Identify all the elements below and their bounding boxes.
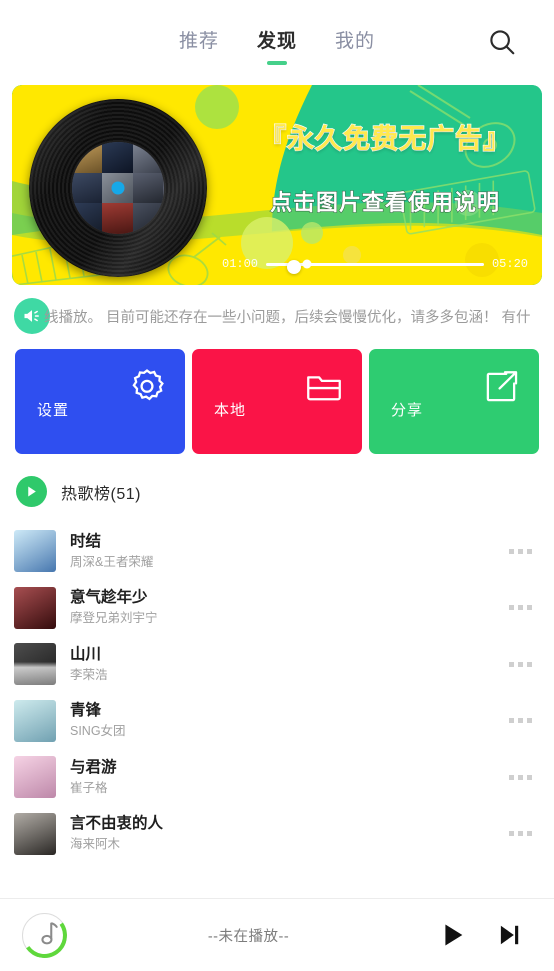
folder-icon	[302, 365, 346, 409]
tab-mine-label: 我的	[335, 31, 376, 52]
song-artist: 李荣浩	[70, 667, 108, 682]
active-tab-indicator	[266, 61, 287, 65]
more-dots-icon[interactable]	[500, 701, 540, 741]
banner-subtitle: 点击图片查看使用说明	[269, 190, 500, 216]
vinyl-record-icon	[20, 99, 215, 277]
banner-progress-dot	[302, 259, 312, 269]
tab-mine[interactable]: 我的	[335, 26, 375, 65]
album-cover	[14, 812, 56, 855]
settings-card[interactable]: 设置	[15, 349, 185, 454]
more-dots-icon[interactable]	[500, 531, 540, 571]
song-artist: SING女团	[70, 724, 126, 739]
album-cover	[14, 699, 56, 742]
banner-progress-track[interactable]	[266, 259, 484, 274]
banner-progress-handle[interactable]	[287, 260, 302, 274]
next-track-icon[interactable]	[486, 912, 532, 958]
list-fade-overlay	[0, 884, 554, 898]
vinyl-spindle	[111, 181, 124, 195]
banner-total-time: 05:20	[491, 257, 528, 271]
song-list: 时结 周深&王者荣耀 意气趁年少 摩登兄弟刘宇宁 山川 李荣浩 青锋 SING女…	[0, 523, 554, 862]
more-dots-icon[interactable]	[500, 644, 540, 684]
song-artist: 崔子格	[70, 780, 108, 795]
top-tab-bar: 推荐 发现 我的	[0, 0, 554, 80]
song-title: 时结	[70, 532, 102, 550]
more-dots-icon[interactable]	[500, 757, 540, 797]
hot-songs-section-header: 热歌榜(51)	[0, 454, 554, 523]
bottom-player-bar: --未在播放--	[0, 898, 554, 971]
song-title: 山川	[70, 645, 102, 663]
song-list-item[interactable]: 意气趁年少 摩登兄弟刘宇宁	[14, 580, 540, 637]
song-list-item[interactable]: 言不由衷的人 海来阿木	[14, 806, 540, 863]
more-dots-icon[interactable]	[500, 814, 540, 854]
quick-action-cards: 设置 本地 分享	[0, 349, 554, 454]
album-cover	[14, 586, 56, 629]
music-note-logo-icon[interactable]	[18, 908, 71, 962]
song-info: 言不由衷的人 海来阿木	[70, 814, 486, 853]
notice-text: 线播放。 目前可能还存在一些小问题，后续会慢慢优化，请多多包涵！ 有什	[44, 309, 531, 326]
local-card-label: 本地	[214, 402, 247, 419]
tab-discover-label: 发现	[256, 31, 297, 52]
song-title: 青锋	[70, 702, 102, 720]
song-title: 与君游	[70, 758, 117, 776]
song-artist: 海来阿木	[70, 837, 121, 852]
banner-progress-bar[interactable]: 01:00 05:20	[222, 257, 528, 274]
song-list-item[interactable]: 青锋 SING女团	[14, 693, 540, 750]
song-info: 山川 李荣浩	[70, 645, 486, 684]
more-dots-icon[interactable]	[500, 588, 540, 628]
tab-list: 推荐 发现 我的	[179, 26, 375, 65]
song-title: 意气趁年少	[70, 589, 148, 607]
share-card-label: 分享	[391, 402, 424, 419]
song-info: 时结 周深&王者荣耀	[70, 532, 486, 571]
song-artist: 周深&王者荣耀	[70, 554, 154, 569]
song-info: 与君游 崔子格	[70, 758, 486, 797]
tab-recommend[interactable]: 推荐	[179, 26, 219, 65]
song-info: 青锋 SING女团	[70, 701, 486, 740]
play-circle-icon[interactable]	[16, 476, 47, 507]
promo-banner[interactable]: 『永久免费无广告』 点击图片查看使用说明 01:00 05:20	[12, 85, 542, 285]
share-icon	[479, 365, 523, 409]
banner-current-time: 01:00	[222, 257, 259, 271]
gear-icon	[125, 365, 169, 409]
tab-discover[interactable]: 发现	[257, 26, 297, 65]
album-cover	[14, 756, 56, 799]
player-status-text: --未在播放--	[207, 928, 290, 945]
song-list-item[interactable]: 与君游 崔子格	[14, 749, 540, 806]
section-title: 热歌榜(51)	[61, 485, 141, 503]
song-info: 意气趁年少 摩登兄弟刘宇宁	[70, 588, 486, 627]
local-card[interactable]: 本地	[192, 349, 362, 454]
banner-title: 『永久免费无广告』	[258, 123, 511, 154]
song-list-item[interactable]: 山川 李荣浩	[14, 636, 540, 693]
settings-card-label: 设置	[37, 402, 70, 419]
album-cover	[14, 530, 56, 573]
song-list-item[interactable]: 时结 周深&王者荣耀	[14, 523, 540, 580]
song-title: 言不由衷的人	[70, 815, 164, 833]
album-cover	[14, 643, 56, 686]
tab-recommend-label: 推荐	[178, 31, 219, 52]
play-icon[interactable]	[430, 912, 476, 958]
share-card[interactable]: 分享	[369, 349, 539, 454]
search-icon[interactable]	[480, 20, 524, 64]
song-artist: 摩登兄弟刘宇宁	[70, 611, 158, 626]
notice-bar[interactable]: 线播放。 目前可能还存在一些小问题，后续会慢慢优化，请多多包涵！ 有什	[0, 285, 554, 347]
